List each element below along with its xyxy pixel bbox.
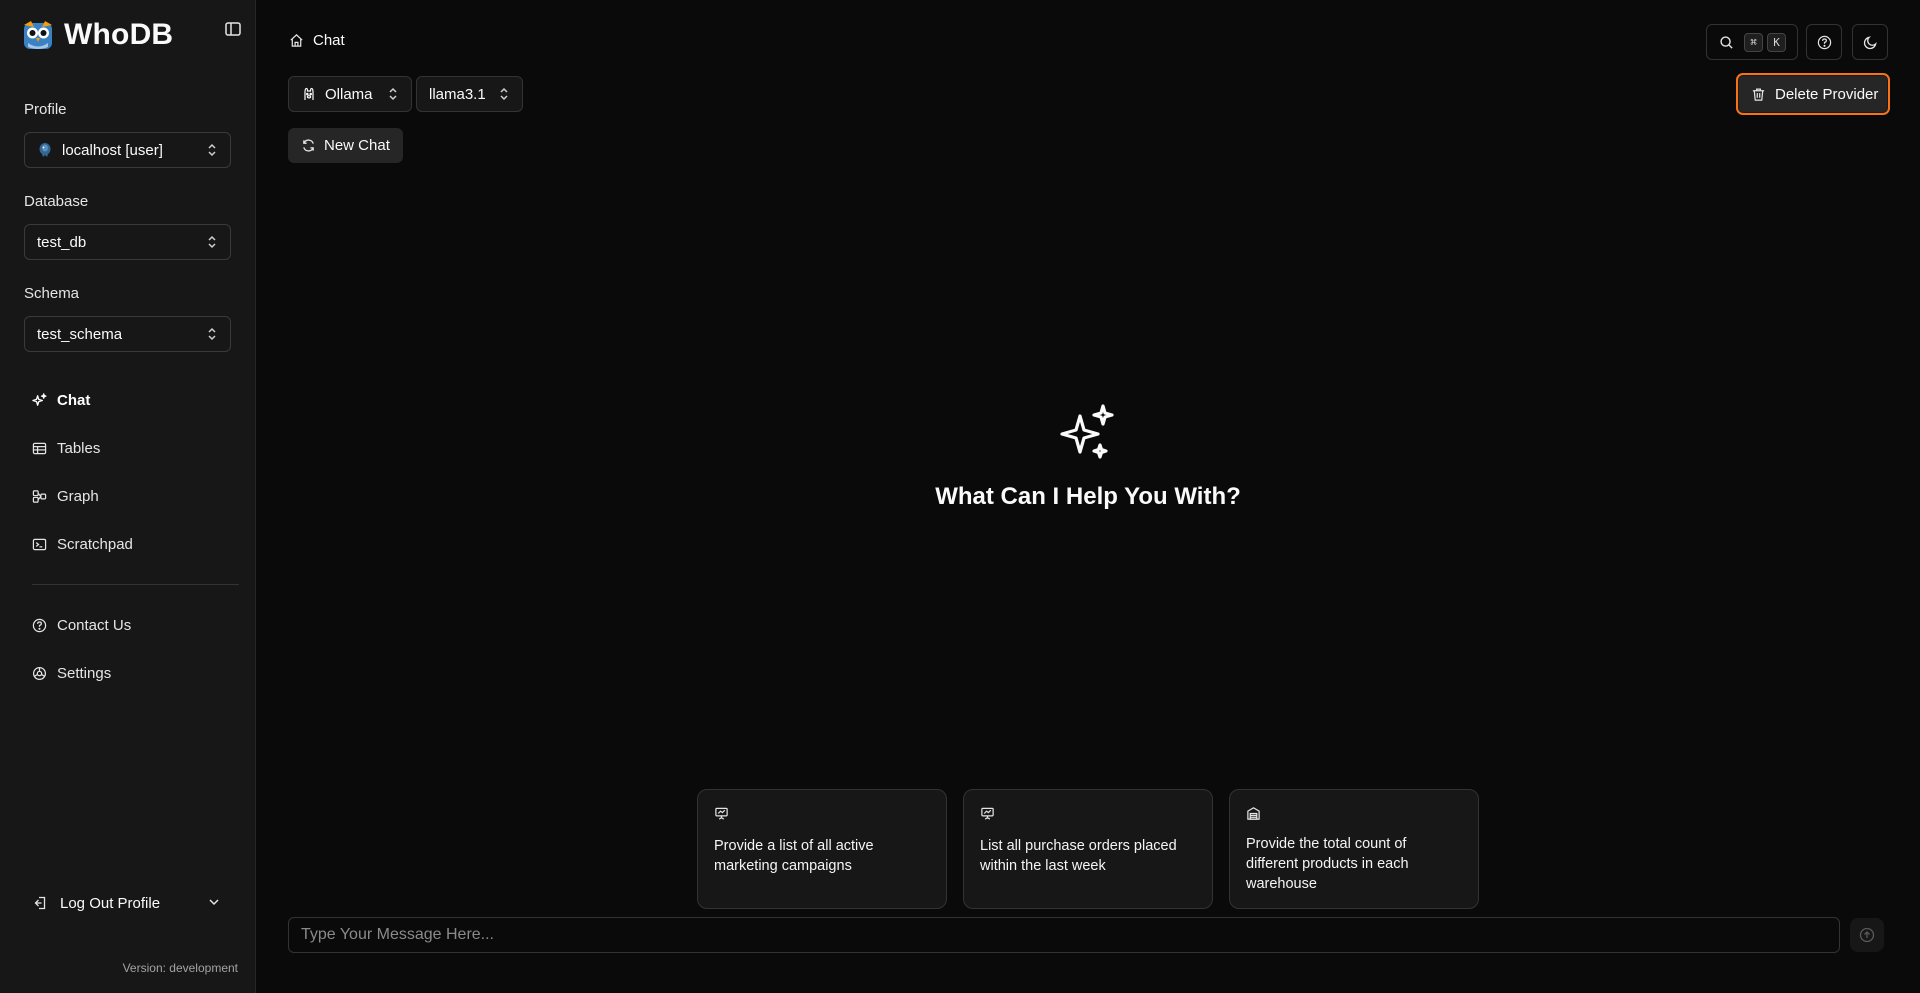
home-icon	[290, 34, 303, 47]
database-label: Database	[24, 193, 89, 210]
settings-icon	[32, 666, 47, 680]
breadcrumb[interactable]: Chat	[289, 32, 345, 49]
terminal-icon	[32, 538, 47, 550]
sidebar-item-label: Settings	[57, 664, 112, 682]
help-button[interactable]	[1806, 24, 1842, 60]
moon-icon	[1863, 35, 1877, 49]
sidebar-item-label: Chat	[57, 391, 91, 409]
model-select[interactable]: llama3.1	[416, 76, 523, 112]
sidebar-divider	[32, 584, 239, 585]
command-search-button[interactable]: ⌘ K	[1706, 24, 1798, 60]
suggestion-card[interactable]: List all purchase orders placed within t…	[963, 789, 1213, 909]
database-select[interactable]: test_db	[24, 224, 231, 260]
table-icon	[32, 442, 47, 454]
sidebar-item-chat[interactable]: Chat	[24, 383, 239, 417]
sidebar-item-label: Tables	[57, 439, 101, 457]
sidebar-item-label: Graph	[57, 487, 99, 505]
logout-label: Log Out Profile	[60, 894, 161, 912]
message-input[interactable]	[288, 917, 1840, 953]
new-chat-button[interactable]: New Chat	[288, 128, 403, 163]
sidebar: WhoDB Profile localhost [user] Database …	[0, 0, 256, 993]
sidebar-item-label: Scratchpad	[57, 535, 133, 553]
ollama-icon	[304, 87, 314, 100]
delete-provider-button[interactable]: Delete Provider	[1736, 73, 1890, 115]
chevron-up-down-icon	[388, 87, 397, 101]
app-name: WhoDB	[64, 18, 174, 51]
chevron-up-down-icon	[208, 143, 216, 157]
database-value: test_db	[37, 233, 87, 251]
sidebar-item-tables[interactable]: Tables	[24, 431, 239, 465]
sidebar-item-label: Contact Us	[57, 616, 132, 634]
search-icon	[1720, 35, 1733, 49]
suggestion-card[interactable]: Provide a list of all active marketing c…	[697, 789, 947, 909]
refresh-icon	[303, 139, 314, 152]
provider-value: Ollama	[325, 85, 373, 103]
schema-label: Schema	[24, 285, 80, 302]
sidebar-item-settings[interactable]: Settings	[24, 656, 239, 690]
postgres-icon	[39, 143, 51, 157]
suggestion-text: Provide a list of all active marketing c…	[714, 838, 874, 874]
warehouse-icon	[1247, 807, 1260, 820]
suggestion-card[interactable]: Provide the total count of different pro…	[1229, 789, 1479, 909]
delete-provider-label: Delete Provider	[1775, 85, 1879, 103]
chevron-up-down-icon	[208, 235, 216, 249]
schema-select[interactable]: test_schema	[24, 316, 231, 352]
profile-select[interactable]: localhost [user]	[24, 132, 231, 168]
sidebar-item-contact-us[interactable]: Contact Us	[24, 608, 239, 642]
provider-select[interactable]: Ollama	[288, 76, 412, 112]
hero-title: What Can I Help You With?	[935, 483, 1241, 510]
owl-logo-icon	[24, 21, 52, 49]
profile-value: localhost [user]	[62, 141, 163, 159]
sparkles-icon	[32, 392, 47, 406]
help-circle-icon	[32, 618, 47, 632]
kbd-k: K	[1767, 32, 1786, 52]
chevron-down-icon	[209, 899, 219, 906]
sparkles-icon	[1060, 404, 1114, 459]
chevron-up-down-icon	[208, 327, 216, 341]
version-label: Version: development	[122, 961, 238, 975]
sidebar-item-scratchpad[interactable]: Scratchpad	[24, 527, 239, 561]
model-value: llama3.1	[429, 85, 486, 103]
logout-icon	[34, 896, 46, 910]
presentation-icon	[981, 807, 994, 820]
arrow-up-circle-icon	[1859, 927, 1875, 943]
profile-label: Profile	[24, 101, 67, 118]
presentation-icon	[715, 807, 728, 820]
chevron-up-down-icon	[500, 87, 508, 101]
sidebar-item-graph[interactable]: Graph	[24, 479, 239, 513]
graph-icon	[32, 489, 47, 503]
logout-profile-button[interactable]: Log Out Profile	[24, 886, 231, 920]
new-chat-label: New Chat	[324, 137, 390, 154]
trash-icon	[1752, 88, 1765, 101]
brand[interactable]: WhoDB	[22, 18, 173, 52]
suggestion-text: Provide the total count of different pro…	[1246, 836, 1409, 892]
help-circle-icon	[1817, 35, 1831, 49]
suggestion-text: List all purchase orders placed within t…	[980, 838, 1177, 874]
breadcrumb-current: Chat	[313, 32, 345, 49]
schema-value: test_schema	[37, 325, 123, 343]
sidebar-toggle-icon[interactable]	[224, 20, 242, 38]
theme-toggle-button[interactable]	[1852, 24, 1888, 60]
kbd-command: ⌘	[1744, 32, 1763, 52]
send-button[interactable]	[1850, 918, 1884, 952]
